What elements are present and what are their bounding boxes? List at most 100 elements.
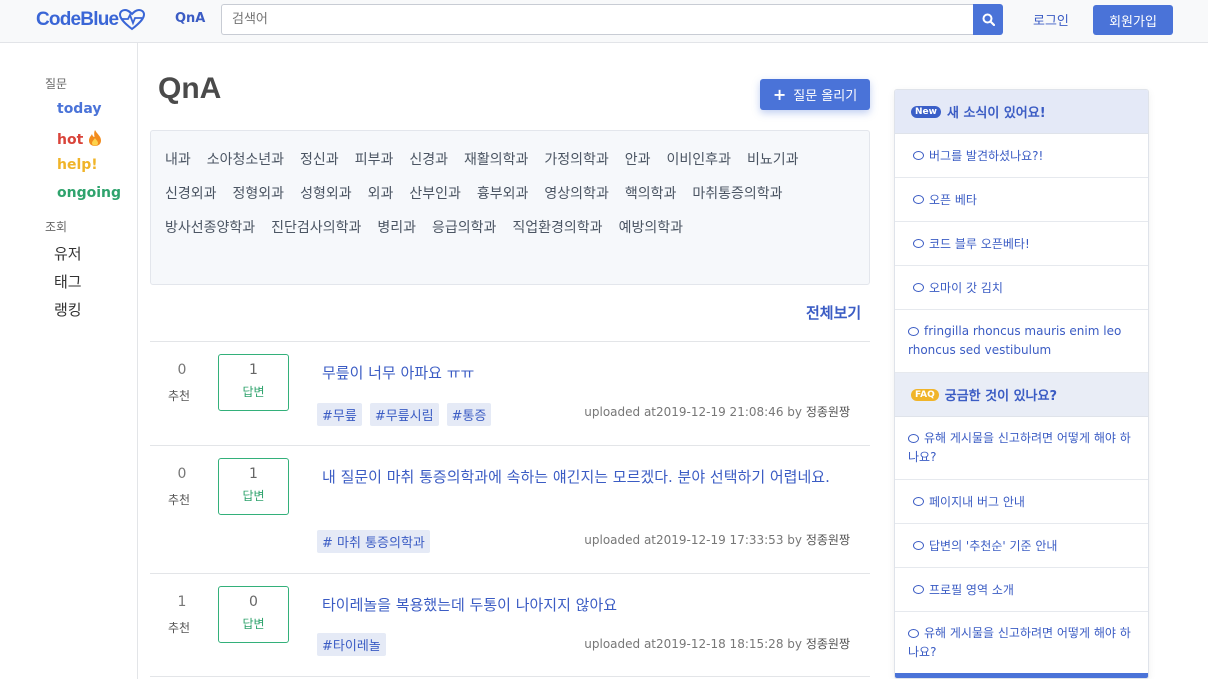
question-tags: #무릎 #무릎시림 #통증 bbox=[317, 403, 499, 426]
sidebar-filter-ongoing[interactable]: ongoing bbox=[57, 185, 121, 201]
tag[interactable]: # 마취 통증의학과 bbox=[317, 530, 430, 553]
speech-bubble-icon bbox=[913, 151, 924, 160]
faq-item[interactable]: 페이지내 버그 안내 bbox=[895, 480, 1148, 524]
logo[interactable]: CodeBlue bbox=[36, 9, 146, 31]
news-item-label: 코드 블루 오픈베타! bbox=[929, 237, 1030, 251]
answer-count-box[interactable]: 1 답변 bbox=[218, 354, 289, 411]
vote-count: 0 bbox=[177, 466, 187, 482]
department-link[interactable]: 가정의학과 bbox=[544, 143, 608, 177]
ask-question-button[interactable]: + 질문 올리기 bbox=[760, 79, 870, 110]
speech-bubble-icon bbox=[913, 541, 924, 550]
faq-item[interactable]: 프로필 영역 소개 bbox=[895, 568, 1148, 612]
department-link[interactable]: 내과 bbox=[165, 143, 191, 177]
department-link[interactable]: 재활의학과 bbox=[464, 143, 528, 177]
department-link[interactable]: 소아청소년과 bbox=[207, 143, 284, 177]
answer-label: 답변 bbox=[242, 489, 265, 503]
answer-count-box[interactable]: 1 답변 bbox=[218, 458, 289, 515]
sidebar-item-tags[interactable]: 태그 bbox=[54, 271, 82, 292]
speech-bubble-icon bbox=[908, 434, 919, 443]
news-item-label: 버그를 발견하셨나요?! bbox=[929, 149, 1044, 163]
news-item[interactable]: 코드 블루 오픈베타! bbox=[895, 222, 1148, 266]
department-link[interactable]: 정형외과 bbox=[233, 177, 285, 211]
upload-info: uploaded at2019-12-18 18:15:28 by bbox=[584, 637, 802, 651]
tag[interactable]: #무릎 bbox=[317, 403, 362, 426]
department-link[interactable]: 안과 bbox=[625, 143, 651, 177]
sidebar-section-question: 질문 bbox=[45, 77, 68, 91]
news-item-label: 오픈 베타 bbox=[929, 193, 977, 207]
panel-bottom-bar bbox=[895, 673, 1148, 678]
question-row: 1 추천 0 답변 타이레놀을 복용했는데 두통이 나아지지 않아요 #타이레놀… bbox=[150, 573, 870, 677]
author-name[interactable]: 정종원짱 bbox=[806, 637, 850, 651]
question-meta: uploaded at2019-12-18 18:15:28 by 정종원짱 bbox=[584, 635, 850, 652]
faq-badge: FAQ bbox=[911, 388, 939, 401]
department-link[interactable]: 응급의학과 bbox=[432, 211, 496, 245]
news-item[interactable]: 버그를 발견하셨나요?! bbox=[895, 134, 1148, 178]
search-input[interactable] bbox=[221, 4, 973, 35]
tag[interactable]: #통증 bbox=[446, 403, 492, 426]
login-link[interactable]: 로그인 bbox=[1033, 10, 1069, 29]
news-item[interactable]: 오픈 베타 bbox=[895, 178, 1148, 222]
news-item-label: 오마이 갓 김치 bbox=[929, 281, 1003, 295]
view-all-link[interactable]: 전체보기 bbox=[806, 302, 861, 323]
author-name[interactable]: 정종원짱 bbox=[806, 533, 850, 547]
department-link[interactable]: 이비인후과 bbox=[667, 143, 731, 177]
answer-count-box[interactable]: 0 답변 bbox=[218, 586, 289, 643]
top-navbar: CodeBlue QnA 로그인 회원가입 bbox=[0, 0, 1208, 43]
department-link[interactable]: 신경과 bbox=[409, 143, 448, 177]
ask-question-label: 질문 올리기 bbox=[793, 89, 858, 104]
department-link[interactable]: 마취통증의학과 bbox=[692, 177, 782, 211]
department-link[interactable]: 산부인과 bbox=[409, 177, 461, 211]
department-link[interactable]: 예방의학과 bbox=[619, 211, 683, 245]
news-item[interactable]: 오마이 갓 김치 bbox=[895, 266, 1148, 310]
news-item[interactable]: fringilla rhoncus mauris enim leo rhoncu… bbox=[895, 310, 1148, 373]
question-meta: uploaded at2019-12-19 17:33:53 by 정종원짱 bbox=[584, 531, 850, 548]
faq-title: 궁금한 것이 있나요? bbox=[944, 389, 1058, 404]
department-link[interactable]: 직업환경의학과 bbox=[512, 211, 602, 245]
department-link[interactable]: 흉부외과 bbox=[477, 177, 529, 211]
sidebar-section-browse: 조회 bbox=[45, 220, 68, 234]
answer-count: 1 bbox=[249, 362, 258, 378]
department-link[interactable]: 피부과 bbox=[355, 143, 394, 177]
sidebar-filter-today[interactable]: today bbox=[57, 101, 101, 117]
question-title[interactable]: 내 질문이 마취 통증의학과에 속하는 얘긴지는 모르겠다. 분야 선택하기 어… bbox=[322, 464, 852, 491]
department-link[interactable]: 성형외과 bbox=[300, 177, 352, 211]
department-link[interactable]: 정신과 bbox=[300, 143, 339, 177]
department-link[interactable]: 외과 bbox=[368, 177, 394, 211]
sidebar-filter-help[interactable]: help! bbox=[57, 157, 98, 173]
department-link[interactable]: 비뇨기과 bbox=[747, 143, 799, 177]
department-link[interactable]: 영상의학과 bbox=[544, 177, 608, 211]
department-link[interactable]: 병리과 bbox=[377, 211, 416, 245]
sidebar-item-users[interactable]: 유저 bbox=[54, 243, 82, 264]
department-link[interactable]: 진단검사의학과 bbox=[271, 211, 361, 245]
department-link[interactable]: 신경외과 bbox=[165, 177, 217, 211]
answer-label: 답변 bbox=[242, 385, 265, 399]
nav-qna-link[interactable]: QnA bbox=[175, 11, 205, 26]
sidebar-filter-hot[interactable]: hot bbox=[57, 129, 102, 148]
department-filter-box: 내과 소아청소년과 정신과 피부과 신경과 재활의학과 가정의학과 안과 이비인후과 비뇨기과신경… bbox=[150, 130, 870, 285]
faq-item[interactable]: 유해 게시물을 신고하려면 어떻게 해야 하나요? bbox=[895, 417, 1148, 480]
department-link[interactable]: 방사선종양학과 bbox=[165, 211, 255, 245]
tag[interactable]: #타이레놀 bbox=[317, 633, 386, 656]
question-title[interactable]: 타이레놀을 복용했는데 두통이 나아지지 않아요 bbox=[322, 592, 852, 619]
question-title[interactable]: 무릎이 너무 아파요 ㅠㅠ bbox=[322, 360, 852, 387]
tag[interactable]: #무릎시림 bbox=[369, 403, 439, 426]
vote-label: 추천 bbox=[168, 621, 191, 635]
logo-text: CodeBlue bbox=[36, 9, 119, 30]
speech-bubble-icon bbox=[908, 327, 919, 336]
page-title: QnA bbox=[158, 72, 222, 105]
upload-info: uploaded at2019-12-19 21:08:46 by bbox=[584, 405, 802, 419]
author-name[interactable]: 정종원짱 bbox=[806, 405, 850, 419]
news-title: 새 소식이 있어요! bbox=[946, 106, 1046, 121]
department-link[interactable]: 핵의학과 bbox=[625, 177, 677, 211]
speech-bubble-icon bbox=[913, 239, 924, 248]
signup-button[interactable]: 회원가입 bbox=[1093, 5, 1173, 35]
question-row: 0 추천 1 답변 내 질문이 마취 통증의학과에 속하는 얘긴지는 모르겠다.… bbox=[150, 445, 870, 573]
faq-item[interactable]: 유해 게시물을 신고하려면 어떻게 해야 하나요? bbox=[895, 612, 1148, 675]
faq-item[interactable]: 답변의 '추천순' 기준 안내 bbox=[895, 524, 1148, 568]
sidebar-item-ranking[interactable]: 랭킹 bbox=[54, 299, 82, 320]
faq-item-label: 유해 게시물을 신고하려면 어떻게 해야 하나요? bbox=[908, 431, 1131, 464]
department-list: 내과 소아청소년과 정신과 피부과 신경과 재활의학과 가정의학과 안과 이비인후과 비뇨기과신경… bbox=[165, 143, 859, 245]
heartbeat-icon bbox=[119, 9, 146, 31]
search-button[interactable] bbox=[973, 4, 1003, 35]
notice-panel: New 새 소식이 있어요! 버그를 발견하셨나요?! 오픈 베타 코드 블루 … bbox=[894, 89, 1149, 679]
